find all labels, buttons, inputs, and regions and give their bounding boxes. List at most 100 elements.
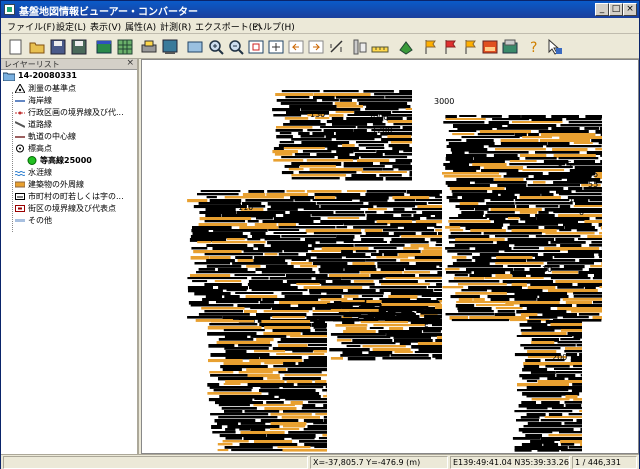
map-feature — [571, 389, 582, 393]
map-feature — [458, 283, 507, 286]
map-feature — [276, 135, 293, 139]
map-feature — [373, 324, 426, 327]
map-feature — [306, 253, 366, 257]
map-feature — [595, 217, 602, 220]
map-feature — [520, 217, 537, 221]
map-feature — [445, 118, 486, 120]
maximize-button[interactable]: □ — [609, 3, 623, 16]
help-icon[interactable]: ? — [526, 38, 544, 56]
map-feature — [247, 283, 291, 287]
map-feature — [196, 271, 256, 274]
map-feature — [264, 253, 278, 256]
map-feature — [327, 217, 360, 220]
pan-icon[interactable] — [267, 38, 285, 56]
zoom-window-icon[interactable] — [247, 38, 265, 56]
zoom-fit-icon[interactable] — [186, 38, 204, 56]
map-feature — [385, 177, 412, 181]
map-feature — [314, 329, 327, 332]
flag-icon[interactable] — [441, 38, 459, 56]
map-feature — [449, 229, 464, 232]
map-feature — [194, 262, 230, 265]
map-feature — [592, 277, 602, 280]
map-feature — [450, 295, 480, 299]
block-boundary-icon — [15, 204, 25, 213]
open-icon[interactable] — [28, 38, 46, 56]
map-feature — [199, 211, 237, 214]
new-icon[interactable] — [7, 38, 25, 56]
pointer-help-icon[interactable] — [546, 38, 564, 56]
map-feature — [270, 428, 300, 431]
attribute-icon[interactable] — [351, 38, 369, 56]
map-feature — [573, 292, 602, 295]
map-feature — [366, 190, 407, 193]
map-feature — [587, 235, 602, 239]
map-feature — [580, 428, 582, 432]
layer-icon[interactable] — [95, 38, 113, 56]
layer-label: 道路縁 — [28, 120, 52, 129]
menu-attribute[interactable]: 属性(A) — [125, 20, 156, 33]
flag-icon[interactable] — [421, 38, 439, 56]
map-feature — [399, 90, 412, 93]
map-feature — [520, 416, 540, 419]
map-feature — [496, 127, 549, 130]
map-feature — [211, 425, 222, 429]
save-icon[interactable] — [49, 38, 67, 56]
map-feature — [361, 238, 384, 242]
export-icon[interactable] — [501, 38, 519, 56]
map-feature — [259, 356, 302, 360]
map-feature — [535, 151, 580, 154]
map-feature — [220, 365, 268, 369]
map-feature — [250, 232, 266, 235]
map-feature — [344, 268, 377, 271]
map-feature — [335, 324, 368, 327]
map-feature — [345, 177, 384, 181]
map-feature — [296, 283, 320, 285]
map-feature — [289, 120, 321, 123]
map-feature — [490, 298, 510, 302]
save-as-icon[interactable] — [70, 38, 88, 56]
map-feature — [343, 295, 359, 298]
zoom-out-icon[interactable] — [227, 38, 245, 56]
map-feature — [197, 241, 211, 244]
map-feature — [269, 277, 312, 280]
map-feature — [368, 202, 427, 206]
map-feature — [448, 280, 500, 283]
map-feature — [286, 274, 328, 278]
menu-file[interactable]: ファイル(F) — [7, 20, 55, 33]
layer-label: 市町村の町若しくは字の... — [28, 192, 124, 201]
paint-icon[interactable] — [397, 38, 415, 56]
measure-icon[interactable] — [328, 38, 346, 56]
map-feature — [540, 419, 573, 422]
minimize-button[interactable]: _ — [595, 3, 609, 16]
menu-settings[interactable]: 設定(L) — [56, 20, 86, 33]
menu-export[interactable]: エクスポート(E) — [195, 20, 261, 33]
map-canvas[interactable]: 3000 130 2000 1200 5 55 55 10 0 5 10 5 110 200 — [141, 59, 639, 454]
grid-icon[interactable] — [116, 38, 134, 56]
map-view[interactable]: 3000130 20001200555551005105110200 — [142, 60, 638, 453]
menu-help[interactable]: ヘルプ(H) — [254, 20, 295, 33]
map-feature — [223, 383, 241, 385]
map-feature — [393, 208, 405, 211]
chart-icon[interactable] — [481, 38, 499, 56]
flag-icon[interactable] — [461, 38, 479, 56]
map-feature — [316, 153, 350, 156]
map-feature — [473, 157, 520, 161]
map-feature — [394, 351, 413, 354]
map-feature — [270, 205, 320, 209]
close-button[interactable]: × — [623, 3, 637, 16]
zoom-in-icon[interactable] — [207, 38, 225, 56]
print-icon[interactable] — [140, 38, 158, 56]
menu-view[interactable]: 表示(V) — [90, 20, 121, 33]
back-icon[interactable] — [287, 38, 305, 56]
menu-measure[interactable]: 計測(R) — [160, 20, 191, 33]
panel-close-icon[interactable]: × — [126, 58, 134, 68]
map-feature — [213, 229, 268, 232]
print-preview-icon[interactable] — [161, 38, 179, 56]
map-feature — [417, 342, 442, 346]
map-feature — [222, 368, 242, 371]
map-feature — [565, 301, 592, 305]
forward-icon[interactable] — [307, 38, 325, 56]
map-feature — [283, 123, 326, 126]
scale-icon[interactable] — [371, 38, 389, 56]
map-feature — [267, 190, 285, 193]
